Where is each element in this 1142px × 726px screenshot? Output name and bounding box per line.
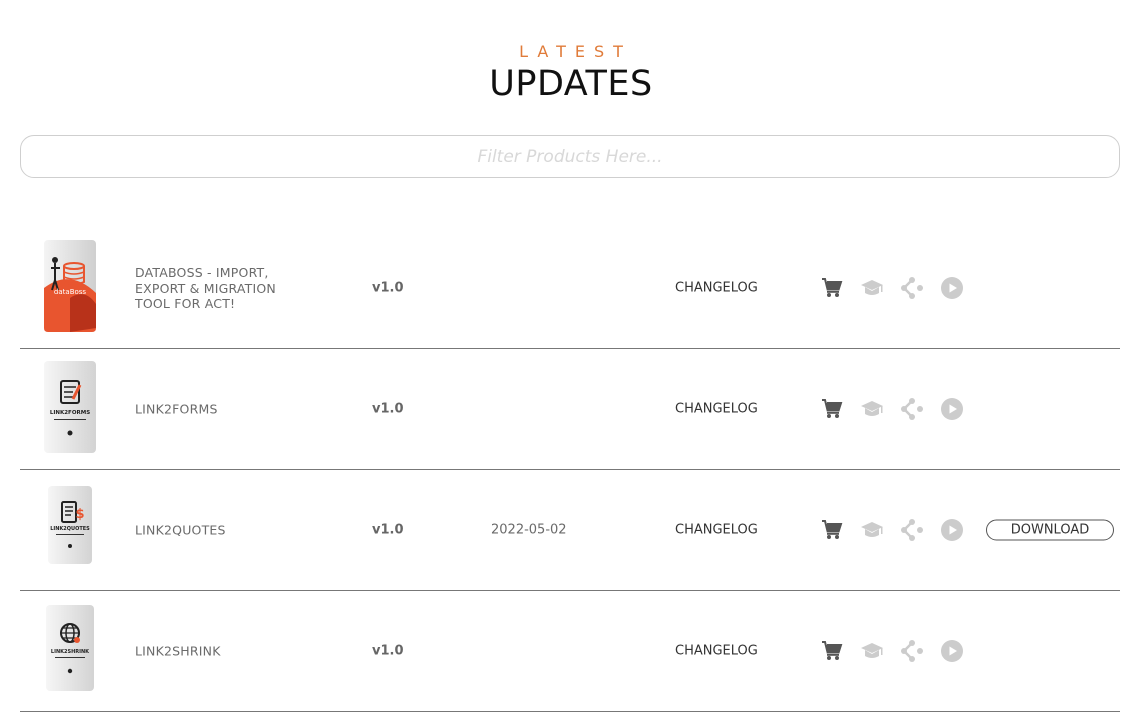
product-box-image: LINK2SHRINK [46,605,94,691]
share-icon[interactable] [900,276,924,300]
play-icon[interactable] [940,518,964,542]
product-row: LINK2FORMS LINK2FORMS v1.0 CHANGELOG [20,349,1120,470]
changelog-link[interactable]: CHANGELOG [675,644,758,659]
product-row: $ LINK2QUOTES LINK2QUOTES v1.0 2022-05-0… [20,470,1120,591]
graduation-cap-icon[interactable] [860,639,884,663]
product-name: LINK2QUOTES [135,522,226,538]
changelog-link[interactable]: CHANGELOG [675,402,758,417]
product-name: LINK2FORMS [135,401,218,417]
product-version: v1.0 [372,401,404,417]
product-box-image: $ LINK2QUOTES [48,486,92,564]
share-icon[interactable] [900,397,924,421]
play-icon[interactable] [940,397,964,421]
changelog-link[interactable]: CHANGELOG [675,281,758,296]
product-row: LINK2SHRINK LINK2SHRINK v1.0 CHANGELOG [20,591,1120,712]
cart-icon[interactable] [820,639,844,663]
product-version: v1.0 [372,280,404,296]
play-icon[interactable] [940,276,964,300]
product-name: LINK2SHRINK [135,643,221,659]
play-icon[interactable] [940,639,964,663]
graduation-cap-icon[interactable] [860,518,884,542]
svg-text:dataBoss: dataBoss [54,288,86,296]
svg-text:LINK2SHRINK: LINK2SHRINK [51,649,90,655]
filter-products-input[interactable] [20,135,1120,178]
product-version: v1.0 [372,643,404,659]
latest-eyebrow: LATEST [519,42,632,61]
product-list: dataBoss DATABOSS - IMPORT, EXPORT & MIG… [20,228,1120,712]
product-box-image: LINK2FORMS [44,361,96,453]
changelog-link[interactable]: CHANGELOG [675,523,758,538]
product-actions [820,518,964,542]
graduation-cap-icon[interactable] [860,397,884,421]
product-actions [820,639,964,663]
release-date: 2022-05-02 [491,522,567,538]
graduation-cap-icon[interactable] [860,276,884,300]
product-box-image: dataBoss [44,240,96,332]
cart-icon[interactable] [820,276,844,300]
product-version: v1.0 [372,522,404,538]
download-button[interactable]: DOWNLOAD [986,519,1114,541]
product-actions [820,276,964,300]
svg-text:LINK2FORMS: LINK2FORMS [50,410,90,416]
cart-icon[interactable] [820,397,844,421]
svg-text:LINK2QUOTES: LINK2QUOTES [50,526,90,532]
share-icon[interactable] [900,518,924,542]
svg-text:$: $ [75,507,84,522]
share-icon[interactable] [900,639,924,663]
product-name: DATABOSS - IMPORT, EXPORT & MIGRATION TO… [135,264,276,311]
page-title: UPDATES [489,64,653,104]
cart-icon[interactable] [820,518,844,542]
product-row: dataBoss DATABOSS - IMPORT, EXPORT & MIG… [20,228,1120,349]
product-actions [820,397,964,421]
